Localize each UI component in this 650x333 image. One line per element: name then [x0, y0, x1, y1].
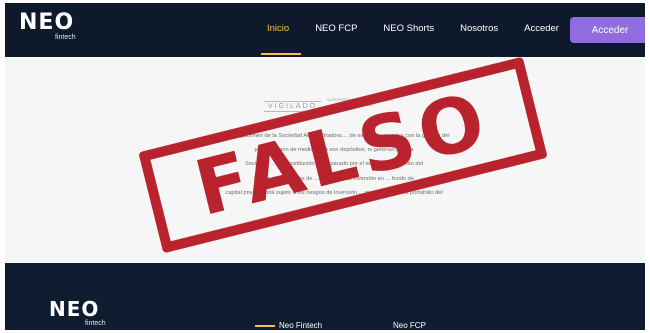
- footer-logo-wordmark: NEO: [49, 297, 100, 321]
- neo-logo[interactable]: NEO fintech: [19, 10, 76, 42]
- acceder-button[interactable]: Acceder: [570, 17, 645, 43]
- nav-label-nosotros: Nosotros: [460, 23, 499, 34]
- footer: NEO fintech Neo Fintech Neo FCP: [5, 263, 645, 330]
- footer-logo-subtitle: fintech: [85, 320, 106, 327]
- logo-wordmark: NEO: [19, 10, 75, 35]
- nav-nosotros[interactable]: Nosotros: [460, 23, 498, 34]
- main-nav: Inicio NEO FCP NEO Shorts Nosotros Acced…: [261, 23, 585, 55]
- active-indicator: [261, 53, 301, 55]
- website-screenshot: NEO fintech Inicio NEO FCP NEO Shorts No…: [5, 3, 645, 330]
- footer-link-neo-fcp[interactable]: Neo FCP: [393, 321, 426, 330]
- nav-label-inicio: Inicio: [267, 23, 290, 34]
- nav-neo-fcp[interactable]: NEO FCP: [315, 23, 357, 34]
- nav-label-neo-shorts: NEO Shorts: [383, 23, 435, 34]
- footer-logo[interactable]: NEO fintech: [49, 297, 106, 327]
- nav-acceder[interactable]: Acceder: [524, 23, 559, 34]
- top-navigation-bar: NEO fintech Inicio NEO FCP NEO Shorts No…: [5, 3, 645, 57]
- logo-subtitle: fintech: [55, 34, 76, 41]
- nav-neo-shorts[interactable]: NEO Shorts: [383, 23, 434, 34]
- nav-inicio[interactable]: Inicio: [261, 23, 301, 55]
- nav-label-acceder: Acceder: [524, 23, 559, 34]
- nav-label-neo-fcp: NEO FCP: [315, 23, 358, 34]
- footer-accent-line: [255, 325, 275, 327]
- footer-link-neo-fintech[interactable]: Neo Fintech: [279, 321, 322, 330]
